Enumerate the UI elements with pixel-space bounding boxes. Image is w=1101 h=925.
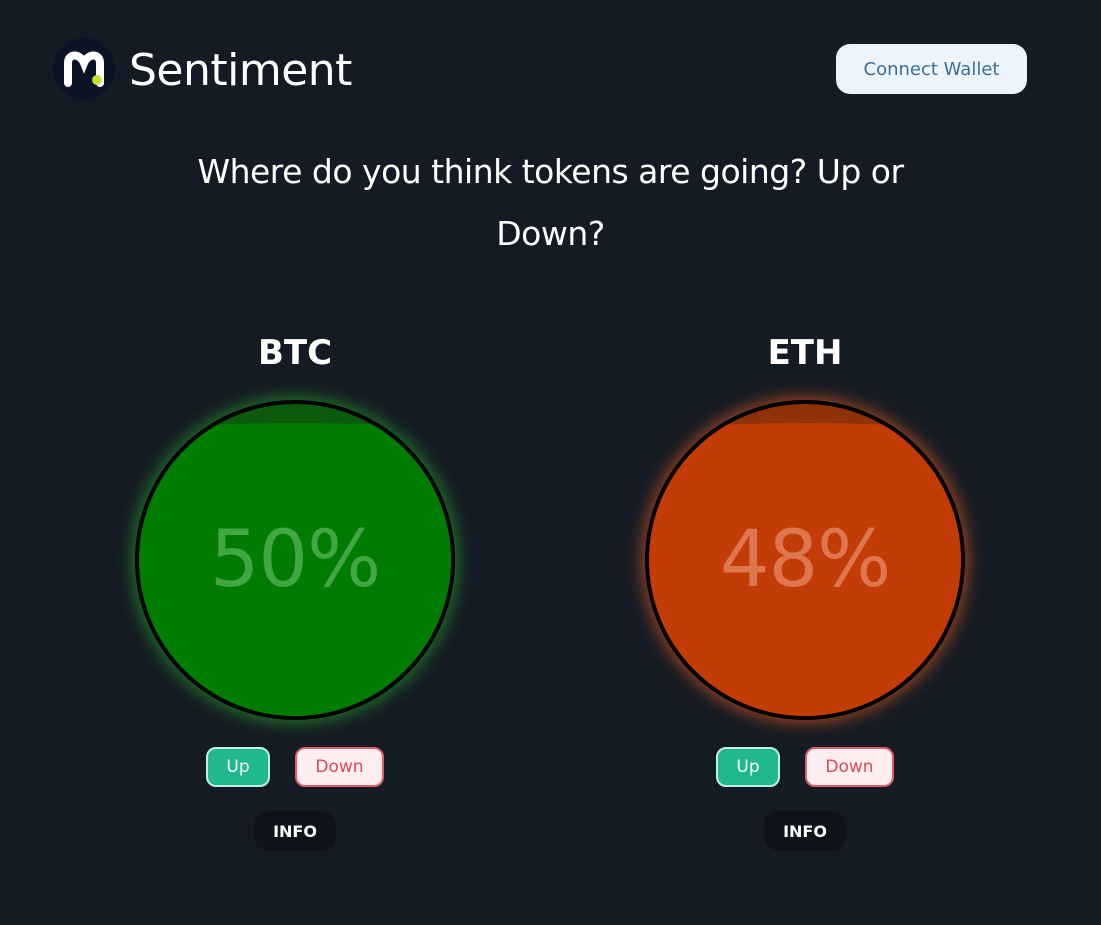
vote-up-button[interactable]: Up bbox=[716, 747, 780, 787]
vote-down-button[interactable]: Down bbox=[805, 747, 894, 787]
sentiment-percent: 48% bbox=[719, 515, 891, 605]
sentiment-gauge: 48% bbox=[645, 400, 965, 720]
sentiment-page: Sentiment Connect Wallet Where do you th… bbox=[0, 0, 1101, 925]
token-symbol: BTC bbox=[257, 333, 333, 373]
brand-name: Sentiment bbox=[129, 45, 352, 96]
token-symbol: ETH bbox=[767, 333, 843, 373]
connect-wallet-button[interactable]: Connect Wallet bbox=[836, 44, 1027, 94]
vote-up-button[interactable]: Up bbox=[206, 747, 270, 787]
info-button[interactable]: INFO bbox=[764, 811, 846, 851]
m-logo-icon bbox=[53, 38, 115, 100]
sentiment-gauge: 50% bbox=[135, 400, 455, 720]
token-card-eth: ETH 48% Up Down INFO bbox=[635, 330, 975, 851]
page-question: Where do you think tokens are going? Up … bbox=[197, 152, 904, 253]
token-card-btc: BTC 50% Up Down INFO bbox=[125, 330, 465, 851]
vote-buttons: Up Down bbox=[635, 747, 975, 787]
vote-buttons: Up Down bbox=[125, 747, 465, 787]
sentiment-percent: 50% bbox=[209, 515, 381, 605]
vote-down-button[interactable]: Down bbox=[295, 747, 384, 787]
info-button[interactable]: INFO bbox=[254, 811, 336, 851]
